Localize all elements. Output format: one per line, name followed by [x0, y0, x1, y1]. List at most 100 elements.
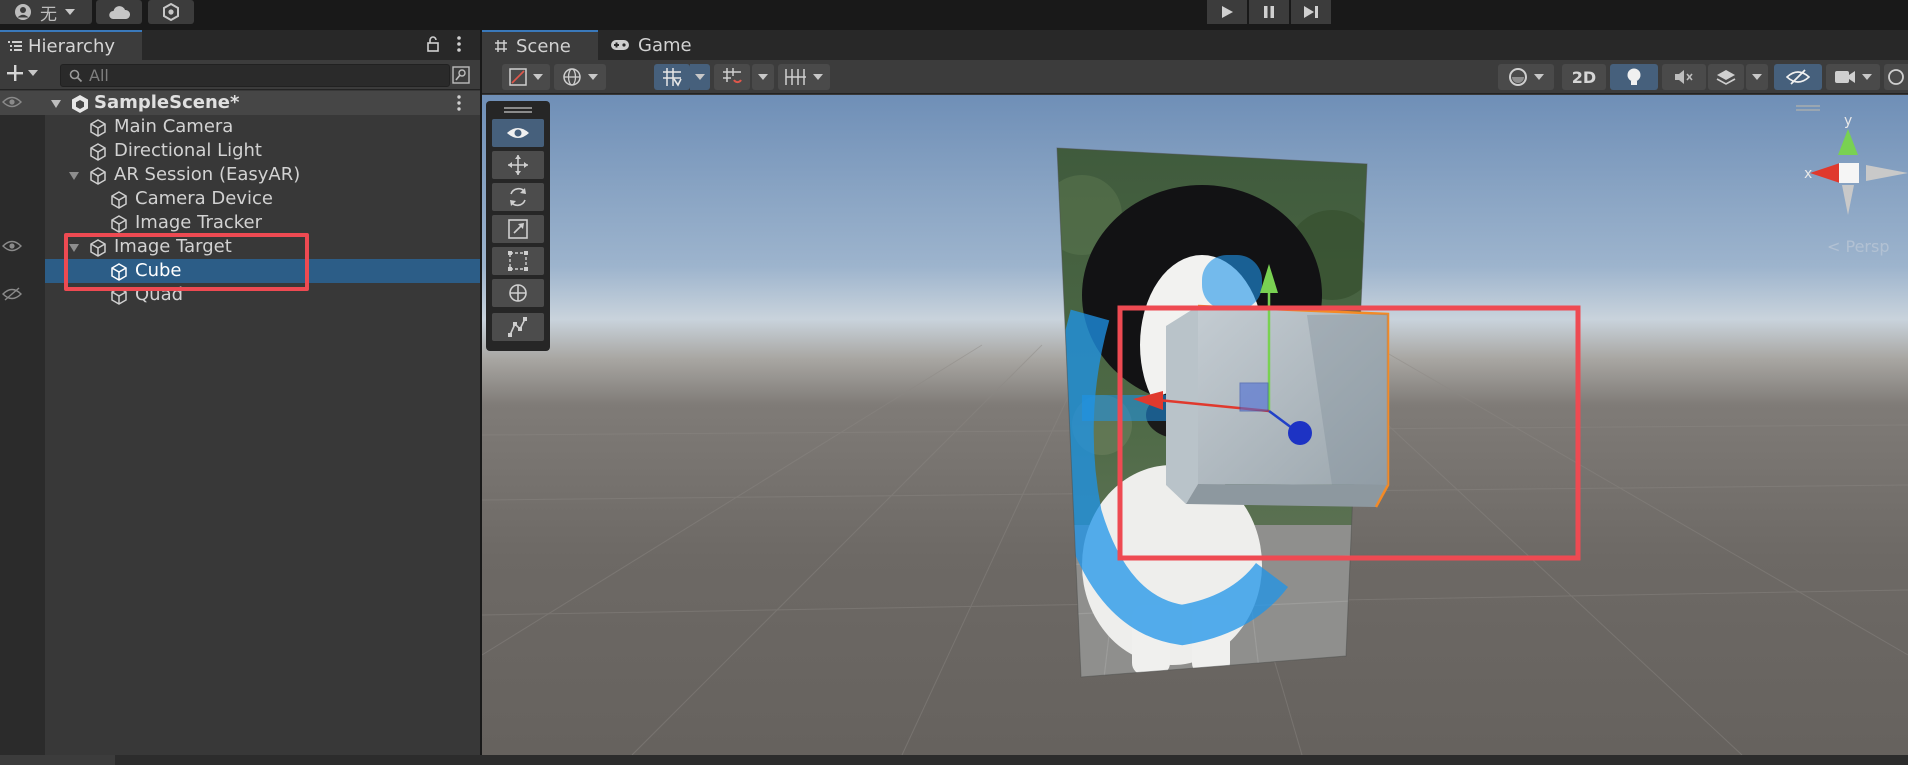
tree-item-camera-device[interactable]: Camera Device — [0, 187, 480, 211]
render-mode-dropdown[interactable] — [554, 64, 606, 90]
y-axis-cone[interactable] — [1838, 129, 1858, 155]
increment-snap-toggle[interactable] — [714, 64, 750, 90]
main-toolbar: 无 — [0, 0, 1908, 30]
tree-item-directional-light[interactable]: Directional Light — [0, 139, 480, 163]
hierarchy-tree: SampleScene* Main Camera Directional Lig… — [0, 91, 480, 760]
tab-scene[interactable]: Scene — [482, 30, 598, 60]
gameobject-cube-icon — [90, 167, 106, 185]
visibility-icon[interactable] — [2, 239, 22, 253]
pause-icon — [1264, 6, 1274, 18]
cloud-button[interactable] — [96, 0, 142, 24]
services-icon — [163, 3, 179, 21]
grid-snapping-dropdown[interactable] — [690, 64, 710, 90]
grid-visibility-dropdown[interactable] — [778, 64, 830, 90]
scene-visibility-toggle[interactable] — [1774, 64, 1822, 90]
tools-overlay — [486, 101, 550, 351]
scene-audio-toggle[interactable] — [1662, 64, 1706, 90]
tab-game[interactable]: Game — [598, 30, 708, 60]
chevron-down-icon — [695, 74, 705, 80]
bottom-panel-tab[interactable] — [0, 755, 115, 765]
chevron-down-icon — [28, 70, 38, 76]
hidden-icon[interactable] — [2, 287, 22, 301]
more-options-icon[interactable] — [455, 94, 463, 112]
plus-icon — [7, 65, 23, 81]
scale-tool[interactable] — [492, 215, 544, 243]
view-tool[interactable] — [492, 119, 544, 147]
layers-effects-icon — [1716, 70, 1736, 85]
chevron-down-icon — [1534, 74, 1544, 80]
tree-item-main-camera[interactable]: Main Camera — [0, 115, 480, 139]
search-placeholder: All — [89, 66, 109, 85]
increment-snap-dropdown[interactable] — [752, 64, 774, 90]
tree-item-image-tracker[interactable]: Image Tracker — [0, 211, 480, 235]
list-icon — [8, 41, 22, 51]
chevron-down-icon — [533, 74, 543, 80]
scene-lighting-toggle[interactable] — [1610, 64, 1658, 90]
neg-x-axis-cone[interactable] — [1866, 165, 1908, 181]
highlight-annotation-box — [64, 233, 309, 291]
tree-item-samplescene[interactable]: SampleScene* — [0, 91, 480, 115]
draw-mode-dropdown[interactable] — [502, 64, 550, 90]
grid-snapping-toggle[interactable] — [654, 64, 690, 90]
orientation-gizmo[interactable]: y x — [1804, 105, 1908, 225]
gizmos-sphere-icon — [1888, 69, 1904, 85]
visibility-icon[interactable] — [2, 95, 22, 109]
lock-icon[interactable] — [426, 36, 440, 52]
gizmos-toggle[interactable] — [1884, 64, 1908, 90]
search-icon — [69, 69, 83, 82]
x-axis-cone[interactable] — [1810, 163, 1840, 183]
sphere-icon — [1509, 68, 1527, 86]
custom-editor-tool[interactable] — [492, 313, 544, 341]
chevron-down-icon — [813, 74, 823, 80]
gameobject-cube-icon — [90, 119, 106, 137]
tree-item-label: SampleScene* — [94, 92, 240, 113]
scene-camera-mode-dropdown[interactable] — [1498, 64, 1554, 90]
search-by-type-icon[interactable] — [451, 65, 471, 85]
persp-arrow-icon: < — [1827, 237, 1841, 256]
globe-icon — [563, 68, 581, 86]
hierarchy-tabbar: Hierarchy — [0, 30, 480, 60]
scene-toolbar: 2D — [482, 60, 1908, 94]
projection-text: Persp — [1845, 237, 1890, 256]
step-icon — [1304, 6, 1318, 18]
increment-snap-icon — [723, 68, 742, 84]
projection-label[interactable]: < Persp — [1827, 237, 1890, 256]
hash-icon — [495, 40, 507, 52]
shaded-mode-icon — [509, 68, 527, 86]
2d-mode-toggle[interactable]: 2D — [1562, 64, 1606, 90]
move-tool[interactable] — [492, 151, 544, 179]
effects-toggle[interactable] — [1708, 64, 1744, 90]
hierarchy-search-input[interactable]: All — [60, 64, 450, 87]
services-button[interactable] — [148, 0, 194, 24]
custom-tool-icon — [508, 317, 527, 337]
rect-transform-icon — [508, 251, 528, 271]
account-dropdown[interactable]: 无 — [0, 0, 92, 25]
tab-hierarchy[interactable]: Hierarchy — [0, 30, 142, 60]
rect-tool[interactable] — [492, 247, 544, 275]
hierarchy-panel: Hierarchy All SampleScene* Main Camera D… — [0, 30, 480, 760]
expand-arrow-icon[interactable] — [50, 99, 62, 109]
play-button[interactable] — [1207, 0, 1247, 24]
expand-arrow-icon[interactable] — [68, 171, 80, 181]
effects-dropdown[interactable] — [1746, 64, 1768, 90]
gamepad-icon — [611, 40, 629, 50]
eye-hidden-icon — [1786, 69, 1810, 85]
camera-settings-dropdown[interactable] — [1826, 64, 1880, 90]
eye-icon — [507, 128, 529, 138]
cube-object[interactable] — [1166, 304, 1390, 508]
tree-item-ar-session[interactable]: AR Session (EasyAR) — [0, 163, 480, 187]
step-button[interactable] — [1291, 0, 1331, 24]
rotate-tool[interactable] — [492, 183, 544, 211]
gizmo-center-cube[interactable] — [1839, 163, 1859, 183]
tree-item-label: Directional Light — [114, 140, 262, 161]
create-dropdown[interactable] — [6, 64, 38, 82]
scene-viewport[interactable]: y x < Persp — [482, 95, 1908, 755]
chevron-down-icon — [588, 74, 598, 80]
neg-y-axis-cone[interactable] — [1842, 185, 1854, 215]
pause-button[interactable] — [1249, 0, 1289, 24]
more-options-icon[interactable] — [455, 34, 463, 54]
hierarchy-tab-label: Hierarchy — [28, 35, 116, 57]
transform-tool[interactable] — [492, 279, 544, 307]
play-icon — [1222, 6, 1233, 18]
y-axis-label: y — [1844, 113, 1852, 129]
